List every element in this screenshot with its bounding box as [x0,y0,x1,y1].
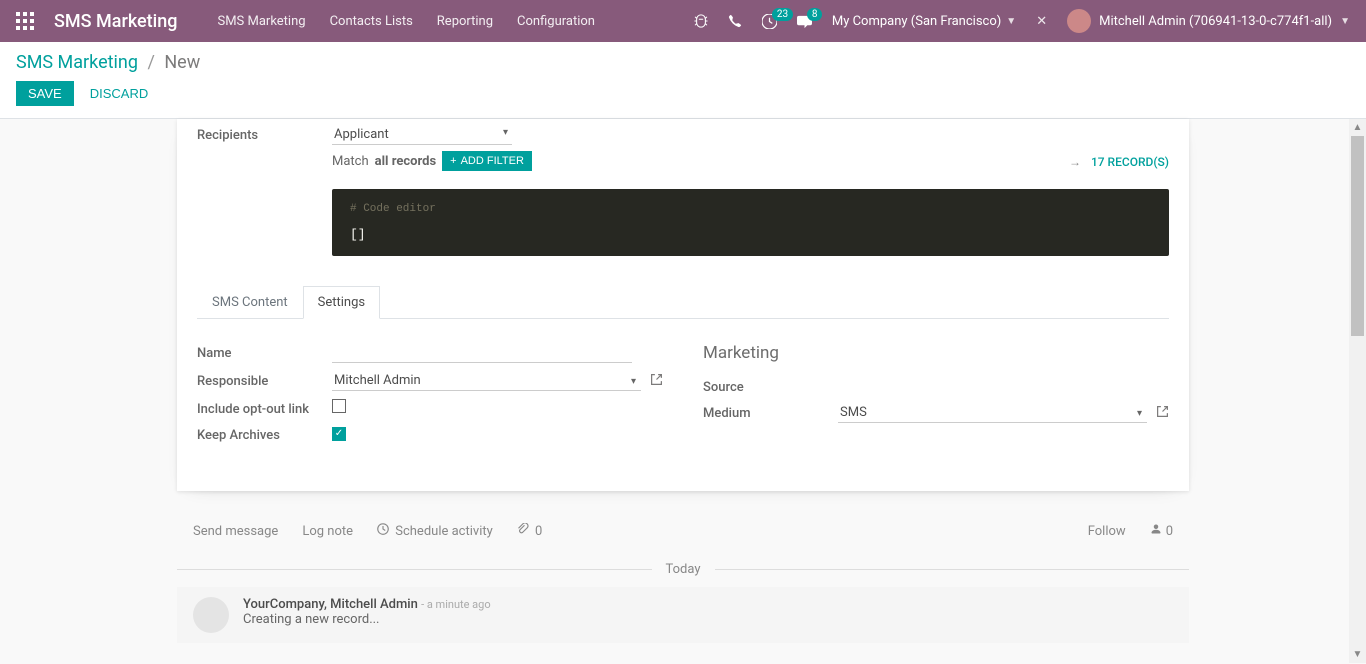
breadcrumb: SMS Marketing / New [16,52,1350,73]
message-timestamp: - a minute ago [421,598,491,611]
phone-icon[interactable] [728,14,742,28]
tab-sms-content[interactable]: SMS Content [197,286,303,318]
medium-label: Medium [703,403,838,421]
apps-icon[interactable] [16,12,34,30]
caret-down-icon: ▼ [1340,16,1350,27]
message-author: YourCompany, Mitchell Admin [243,597,418,612]
save-button[interactable]: Save [16,81,74,106]
scrollbar[interactable]: ▲ ▼ [1349,119,1366,663]
user-menu[interactable]: Mitchell Admin (706941-13-0-c774f1-all) … [1067,9,1350,33]
message-avatar [193,597,229,633]
source-label: Source [703,377,838,395]
plus-icon: + [450,155,456,167]
message-body: Creating a new record... [243,612,491,627]
add-filter-button[interactable]: + Add Filter [442,151,532,171]
debug-icon[interactable] [694,14,708,28]
records-link[interactable]: → 17 Record(s) [1069,155,1169,169]
clock-icon [377,524,392,539]
opt-out-label: Include opt-out link [197,399,332,417]
code-editor[interactable]: # Code editor [] [332,189,1169,256]
medium-input[interactable]: SMS [838,403,1147,423]
tab-panel-settings: Name Responsible Mitchell Admin ▾ [197,319,1169,451]
content-area: Recipients Applicant Match all records +… [0,119,1366,663]
chatter: Send message Log note Schedule activity … [177,511,1189,643]
company-switcher[interactable]: My Company (San Francisco) ▼ [832,14,1016,29]
archives-label: Keep Archives [197,425,332,443]
user-name: Mitchell Admin (706941-13-0-c774f1-all) [1099,14,1332,29]
chatter-message: YourCompany, Mitchell Admin - a minute a… [177,587,1189,643]
breadcrumb-current: New [164,52,200,73]
send-message-button[interactable]: Send message [193,524,278,539]
person-icon [1150,523,1162,539]
chatter-toolbar: Send message Log note Schedule activity … [177,511,1189,552]
nav-contacts-lists[interactable]: Contacts Lists [330,14,413,29]
marketing-section-title: Marketing [703,343,1169,363]
external-link-icon[interactable] [1156,405,1169,422]
responsible-input[interactable]: Mitchell Admin [332,371,641,391]
nav-menu: SMS Marketing Contacts Lists Reporting C… [217,14,595,29]
app-brand: SMS Marketing [54,11,177,32]
company-name: My Company (San Francisco) [832,14,1001,29]
attachments-button[interactable]: 0 [517,523,543,539]
code-body: [] [350,227,1151,242]
recipients-label: Recipients [197,125,332,143]
scroll-down-arrow[interactable]: ▼ [1349,646,1366,663]
caret-down-icon: ▼ [1006,16,1016,27]
archives-checkbox[interactable]: ✓ [332,427,346,441]
systray: 23 8 My Company (San Francisco) ▼ ✕ Mitc… [694,9,1350,33]
tab-bar: SMS Content Settings [197,286,1169,319]
nav-reporting[interactable]: Reporting [437,14,493,29]
form-sheet: Recipients Applicant Match all records +… [177,119,1189,491]
arrow-right-icon: → [1069,155,1081,169]
name-input[interactable] [332,343,632,363]
opt-out-checkbox[interactable] [332,399,346,413]
responsible-label: Responsible [197,371,332,389]
followers-button[interactable]: 0 [1150,523,1173,539]
nav-sms-marketing[interactable]: SMS Marketing [217,14,305,29]
scrollbar-thumb[interactable] [1351,136,1364,336]
discard-button[interactable]: Discard [90,86,149,101]
code-comment: # Code editor [350,203,1151,215]
discuss-icon[interactable]: 8 [797,14,812,29]
scroll-up-arrow[interactable]: ▲ [1349,119,1366,136]
tab-settings[interactable]: Settings [303,286,380,319]
recipients-select[interactable]: Applicant [332,125,512,145]
domain-match: Match all records + Add Filter [332,151,532,171]
schedule-activity-button[interactable]: Schedule activity [377,523,493,539]
paperclip-icon [517,524,532,539]
breadcrumb-root[interactable]: SMS Marketing [16,52,138,73]
activities-badge: 23 [772,8,793,21]
name-label: Name [197,343,332,361]
follow-button[interactable]: Follow [1088,524,1126,539]
control-panel: SMS Marketing / New Save Discard [0,42,1366,119]
close-icon[interactable]: ✕ [1036,14,1047,29]
day-separator: Today [177,562,1189,577]
top-navbar: SMS Marketing SMS Marketing Contacts Lis… [0,0,1366,42]
external-link-icon[interactable] [650,373,663,390]
avatar [1067,9,1091,33]
log-note-button[interactable]: Log note [302,524,353,539]
nav-configuration[interactable]: Configuration [517,14,595,29]
discuss-badge: 8 [807,8,823,21]
activities-icon[interactable]: 23 [762,14,777,29]
